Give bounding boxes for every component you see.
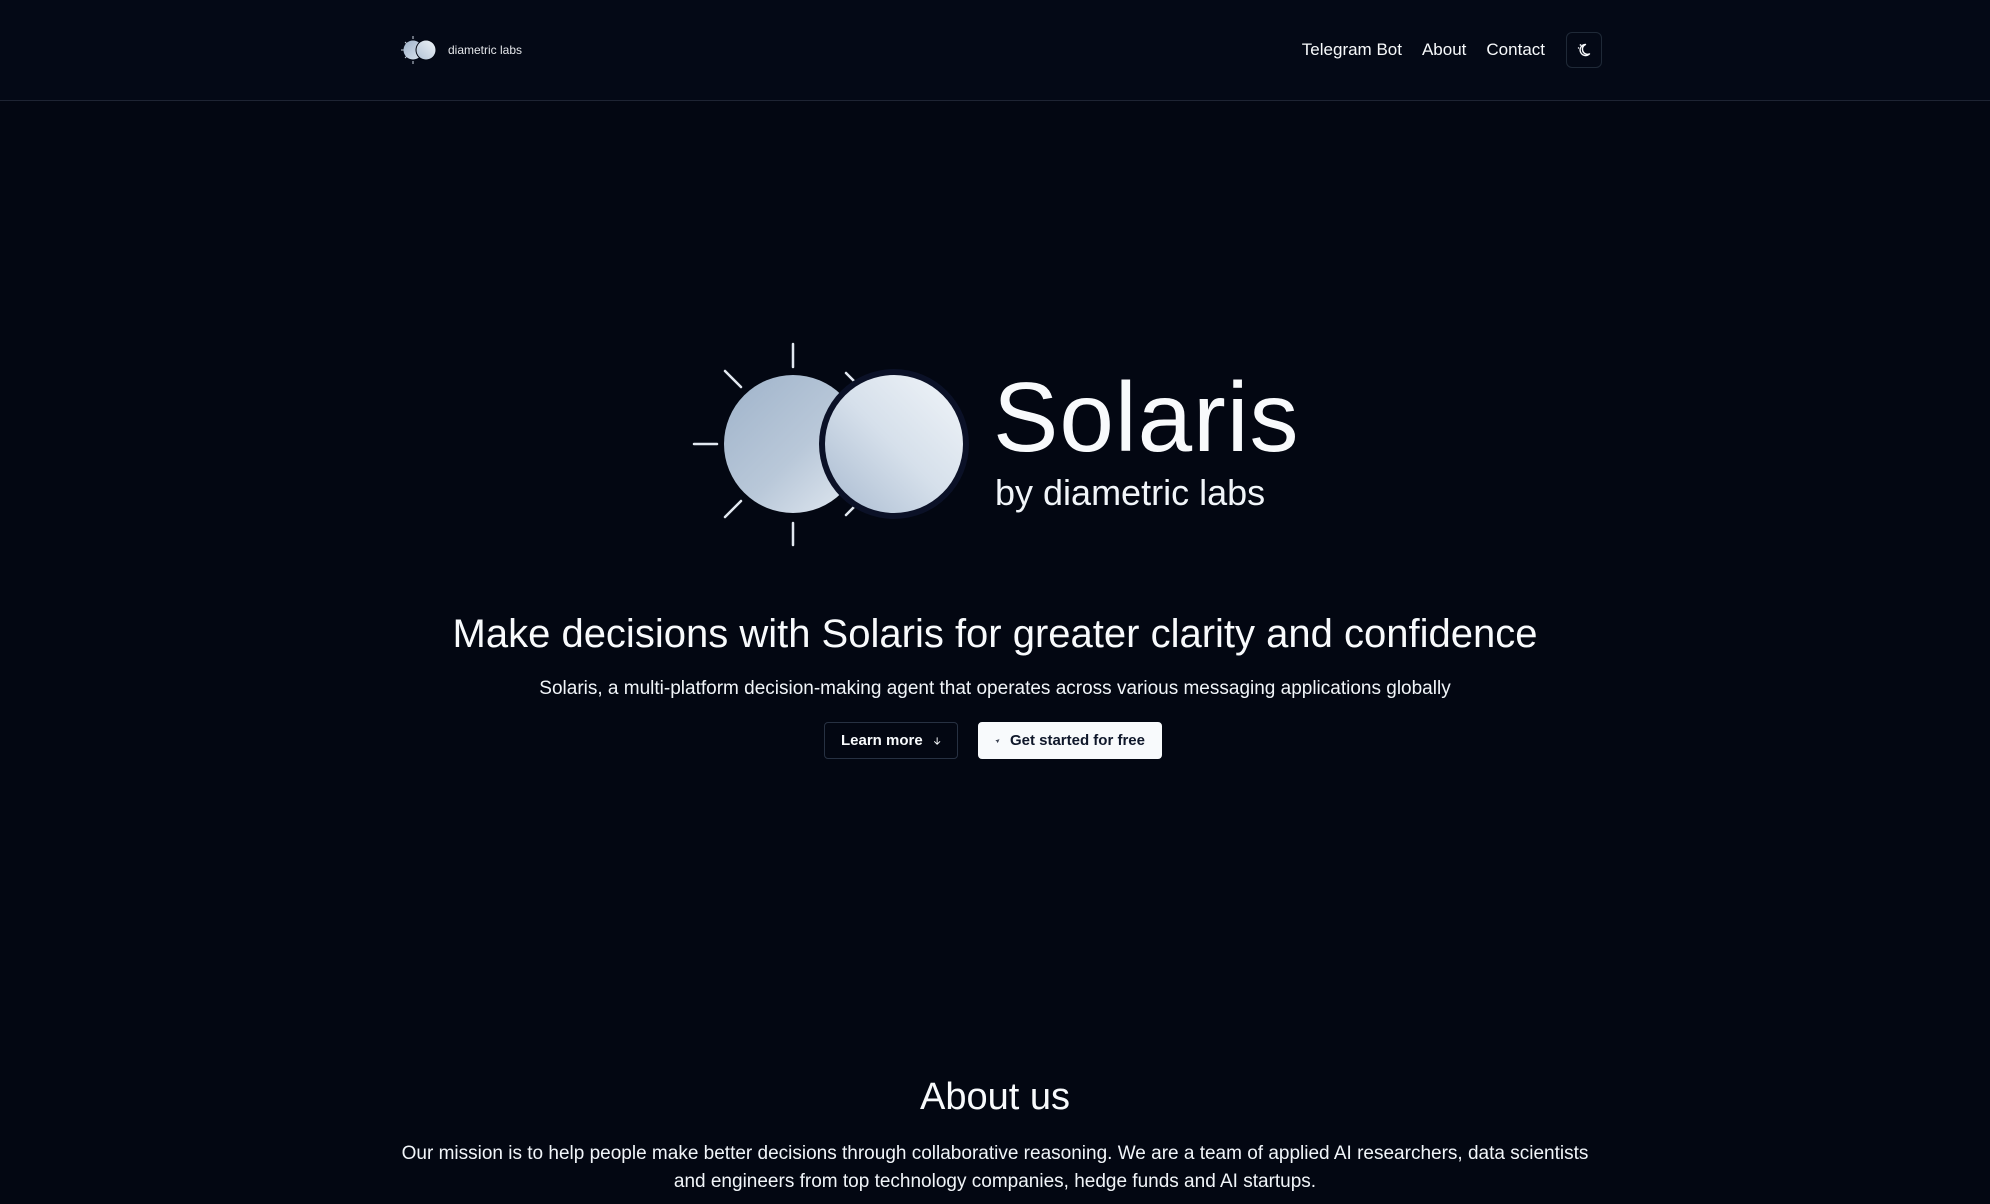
hero-headline: Make decisions with Solaris for greater … [452, 612, 1538, 656]
nav-telegram-bot[interactable]: Telegram Bot [1302, 40, 1402, 60]
get-started-label: Get started for free [1009, 732, 1145, 749]
cta-row: Learn more Get started for free [824, 722, 1162, 759]
nav-about[interactable]: About [1422, 40, 1466, 60]
hero-tagline: Solaris, a multi-platform decision-makin… [539, 678, 1451, 699]
learn-more-label: Learn more [841, 732, 923, 749]
about-body: Our mission is to help people make bette… [401, 1143, 1589, 1192]
solaris-sun-logo-icon [692, 342, 969, 547]
brand-link[interactable]: diametric labs [400, 34, 522, 66]
learn-more-button[interactable]: Learn more [824, 722, 958, 759]
nav-contact[interactable]: Contact [1486, 40, 1545, 60]
about-title: About us [920, 1076, 1070, 1118]
hero-title: Solaris [993, 362, 1300, 472]
main-nav: Telegram Bot About Contact [1302, 31, 1602, 69]
get-started-button[interactable]: Get started for free [978, 722, 1162, 759]
theme-toggle-button[interactable] [1566, 32, 1602, 68]
site-header: diametric labs Telegram Bot About Contac… [0, 0, 1990, 101]
arrow-down-icon [933, 736, 940, 745]
hero-subtitle: by diametric labs [995, 472, 1266, 513]
moon-sun-icon [1577, 43, 1591, 57]
brand-name: diametric labs [448, 43, 523, 57]
solaris-logo-icon [401, 36, 437, 64]
page: diametric labs Telegram Bot About Contac… [0, 0, 1990, 1204]
send-icon [995, 738, 1000, 743]
